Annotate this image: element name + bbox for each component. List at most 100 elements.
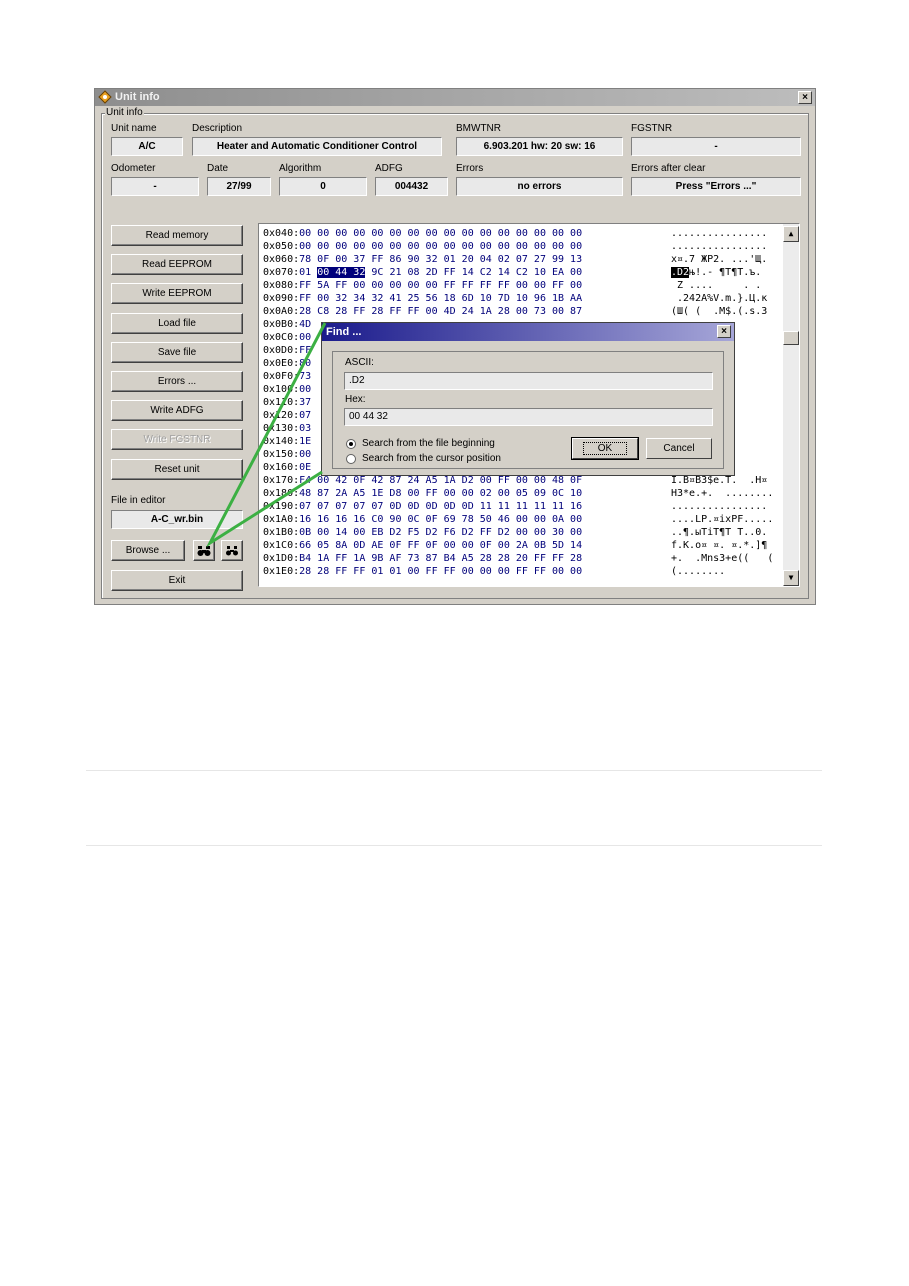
hex-scrollbar[interactable]: ▲ ▼	[783, 224, 799, 586]
hex-row[interactable]: 0x1B0:0B 00 14 00 EB D2 F5 D2 F6 D2 FF D…	[263, 526, 767, 539]
description-field: Heater and Automatic Conditioner Control	[192, 137, 442, 156]
ascii-input[interactable]: .D2	[344, 372, 713, 390]
find-button[interactable]	[193, 540, 215, 561]
hex-bytes: 78 0F 00 37 FF 86 90 32 01 20 04 02 07 2…	[299, 254, 583, 265]
hex-row[interactable]: 0x160:0E..w.v.	[263, 461, 707, 474]
hex-bytes: 07 07 07 07 07 0D 0D 0D 0D 0D 11 11 11 1…	[299, 501, 583, 512]
hex-row[interactable]: 0x1C0:66 05 8A 0D AE 0F FF 0F 00 00 0F 0…	[263, 539, 767, 552]
odometer-label: Odometer	[111, 163, 156, 174]
errors-field: no errors	[456, 177, 623, 196]
hex-offset: 0x1C0:	[263, 540, 300, 551]
hex-offset: 0x0E0:	[263, 358, 300, 369]
hex-offset: 0x180:	[263, 488, 300, 499]
scroll-up-arrow[interactable]: ▲	[783, 226, 799, 242]
hex-row[interactable]: 0x0D0:FF.w.xLЗ	[263, 344, 707, 357]
hex-bytes: 4D	[299, 319, 312, 330]
hex-label: Hex:	[345, 394, 366, 405]
page-separator-bottom	[86, 845, 822, 846]
hex-ascii: ..¶.ыТiТ¶Т Т..0.	[671, 527, 768, 538]
read-eeprom-button[interactable]: Read EEPROM	[111, 254, 243, 275]
window-close-button[interactable]: ×	[798, 91, 812, 104]
hex-row[interactable]: 0x0A0:28 C8 28 FF 28 FF FF 00 4D 24 1A 2…	[263, 305, 767, 318]
hex-row[interactable]: 0x050:00 00 00 00 00 00 00 00 00 00 00 0…	[263, 240, 767, 253]
hex-ascii: f.К.о¤ ¤. ¤.*.]¶	[671, 540, 768, 551]
hex-row[interactable]: 0x0E0:80}.{Kti	[263, 357, 707, 370]
hex-offset: 0x190:	[263, 501, 300, 512]
algorithm-field: 0	[279, 177, 367, 196]
browse-button[interactable]: Browse ...	[111, 540, 185, 561]
hex-offset: 0x120:	[263, 410, 300, 421]
description-label: Description	[192, 123, 243, 134]
write-fgstnr-button[interactable]: Write FGSTNR	[111, 429, 243, 450]
reset-unit-button[interactable]: Reset unit	[111, 459, 243, 480]
hex-offset: 0x0F0:	[263, 371, 300, 382]
errors-after-clear-field: Press "Errors ..."	[631, 177, 801, 196]
hex-row[interactable]: 0x110:37q.|FQ¶	[263, 396, 707, 409]
radio-selected-dot	[349, 442, 353, 446]
hex-bytes: 9C 21 08 2D FF 14 C2 14 C2 10 EA 00	[365, 267, 583, 278]
hex-row[interactable]: 0x150:00. . .^.	[263, 448, 713, 461]
hex-ascii: Z .... . .	[671, 280, 762, 291]
hex-row[interactable]: 0x040:00 00 00 00 00 00 00 00 00 00 00 0…	[263, 227, 767, 240]
scroll-down-arrow[interactable]: ▼	[783, 570, 799, 586]
hex-bytes: 00	[299, 384, 312, 395]
save-file-button[interactable]: Save file	[111, 342, 243, 363]
hex-bytes: 1E	[299, 436, 312, 447]
odometer-field: -	[111, 177, 199, 196]
hex-row[interactable]: 0x1D0:B4 1A FF 1A 9B AF 73 87 B4 A5 28 2…	[263, 552, 773, 565]
ascii-selection: .D2	[671, 267, 690, 278]
binoculars-icon	[197, 546, 211, 556]
hex-ascii: x¤.7 ЖР2. ...'Щ.	[671, 254, 768, 265]
hex-bytes: FF 5A FF 00 00 00 00 00 FF FF FF FF 00 0…	[299, 280, 583, 291]
hex-row[interactable]: 0x1E0:28 28 FF FF 01 01 00 FF FF 00 00 0…	[263, 565, 725, 578]
unit-name-label: Unit name	[111, 123, 157, 134]
hex-offset: 0x1B0:	[263, 527, 300, 538]
radio-file-beginning[interactable]	[346, 439, 356, 449]
hex-row[interactable]: 0x130:03. . . .	[263, 422, 713, 435]
binoculars-next-icon	[226, 546, 238, 556]
write-adfg-button[interactable]: Write ADFG	[111, 400, 243, 421]
exit-button[interactable]: Exit	[111, 570, 243, 591]
hex-bytes: 0E	[299, 462, 312, 473]
scroll-thumb[interactable]	[783, 331, 799, 345]
file-in-editor-label: File in editor	[111, 495, 166, 506]
adfg-label: ADFG	[375, 163, 403, 174]
hex-ascii: ................	[671, 228, 768, 239]
hex-bytes: 00	[299, 449, 312, 460]
read-memory-button[interactable]: Read memory	[111, 225, 243, 246]
hex-ascii: (Ш( ( .M$.(.s.З	[671, 306, 768, 317]
hex-row[interactable]: 0x070:01 00 44 32 9C 21 08 2D FF 14 C2 1…	[263, 266, 761, 279]
hex-ascii: H3*e.+. ........	[671, 488, 774, 499]
radio-file-beginning-label: Search from the file beginning	[362, 438, 495, 449]
hex-row[interactable]: 0x060:78 0F 00 37 FF 86 90 32 01 20 04 0…	[263, 253, 767, 266]
write-eeprom-button[interactable]: Write EEPROM	[111, 283, 243, 304]
radio-cursor-position[interactable]	[346, 454, 356, 464]
hex-input[interactable]: 00 44 32	[344, 408, 713, 426]
hex-row[interactable]: 0x080:FF 5A FF 00 00 00 00 00 FF FF FF F…	[263, 279, 761, 292]
errors-after-clear-label: Errors after clear	[631, 163, 706, 174]
hex-row[interactable]: 0x140:1E.>. ..	[263, 435, 707, 448]
ok-button[interactable]: OK	[571, 437, 639, 460]
errors-button[interactable]: Errors ...	[111, 371, 243, 392]
find-next-button[interactable]	[221, 540, 243, 561]
radio-cursor-position-label: Search from the cursor position	[362, 453, 501, 464]
hex-offset: 0x1D0:	[263, 553, 300, 564]
fgstnr-label: FGSTNR	[631, 123, 673, 134]
hex-bytes: 73	[299, 371, 312, 382]
hex-row[interactable]: 0x090:FF 00 32 34 32 41 25 56 18 6D 10 7…	[263, 292, 767, 305]
app-icon	[98, 90, 112, 104]
hex-row[interactable]: 0x1A0:16 16 16 16 C0 90 0C 0F 69 78 50 4…	[263, 513, 773, 526]
find-dialog-close-button[interactable]: ×	[717, 325, 731, 338]
hex-bytes: B4 1A FF 1A 9B AF 73 87 B4 A5 28 28 20 F…	[299, 553, 583, 564]
cancel-button[interactable]: Cancel	[646, 438, 712, 459]
hex-row[interactable]: 0x190:07 07 07 07 07 0D 0D 0D 0D 0D 11 1…	[263, 500, 767, 513]
load-file-button[interactable]: Load file	[111, 313, 243, 334]
hex-row[interactable]: 0x0F0:73B3$e.+	[263, 370, 707, 383]
find-dialog-title: Find ...	[322, 323, 734, 341]
hex-row[interactable]: 0x180:48 87 2A A5 1E D8 00 FF 00 00 02 0…	[263, 487, 773, 500]
hex-row[interactable]: 0x100:00U.¶A:З	[263, 383, 707, 396]
hex-offset: 0x040:	[263, 228, 300, 239]
hex-row[interactable]: 0x0C0:00Тkg v	[263, 331, 701, 344]
hex-row[interactable]: 0x0B0:4D. .	[263, 318, 689, 331]
hex-row[interactable]: 0x120:07. . .	[263, 409, 701, 422]
